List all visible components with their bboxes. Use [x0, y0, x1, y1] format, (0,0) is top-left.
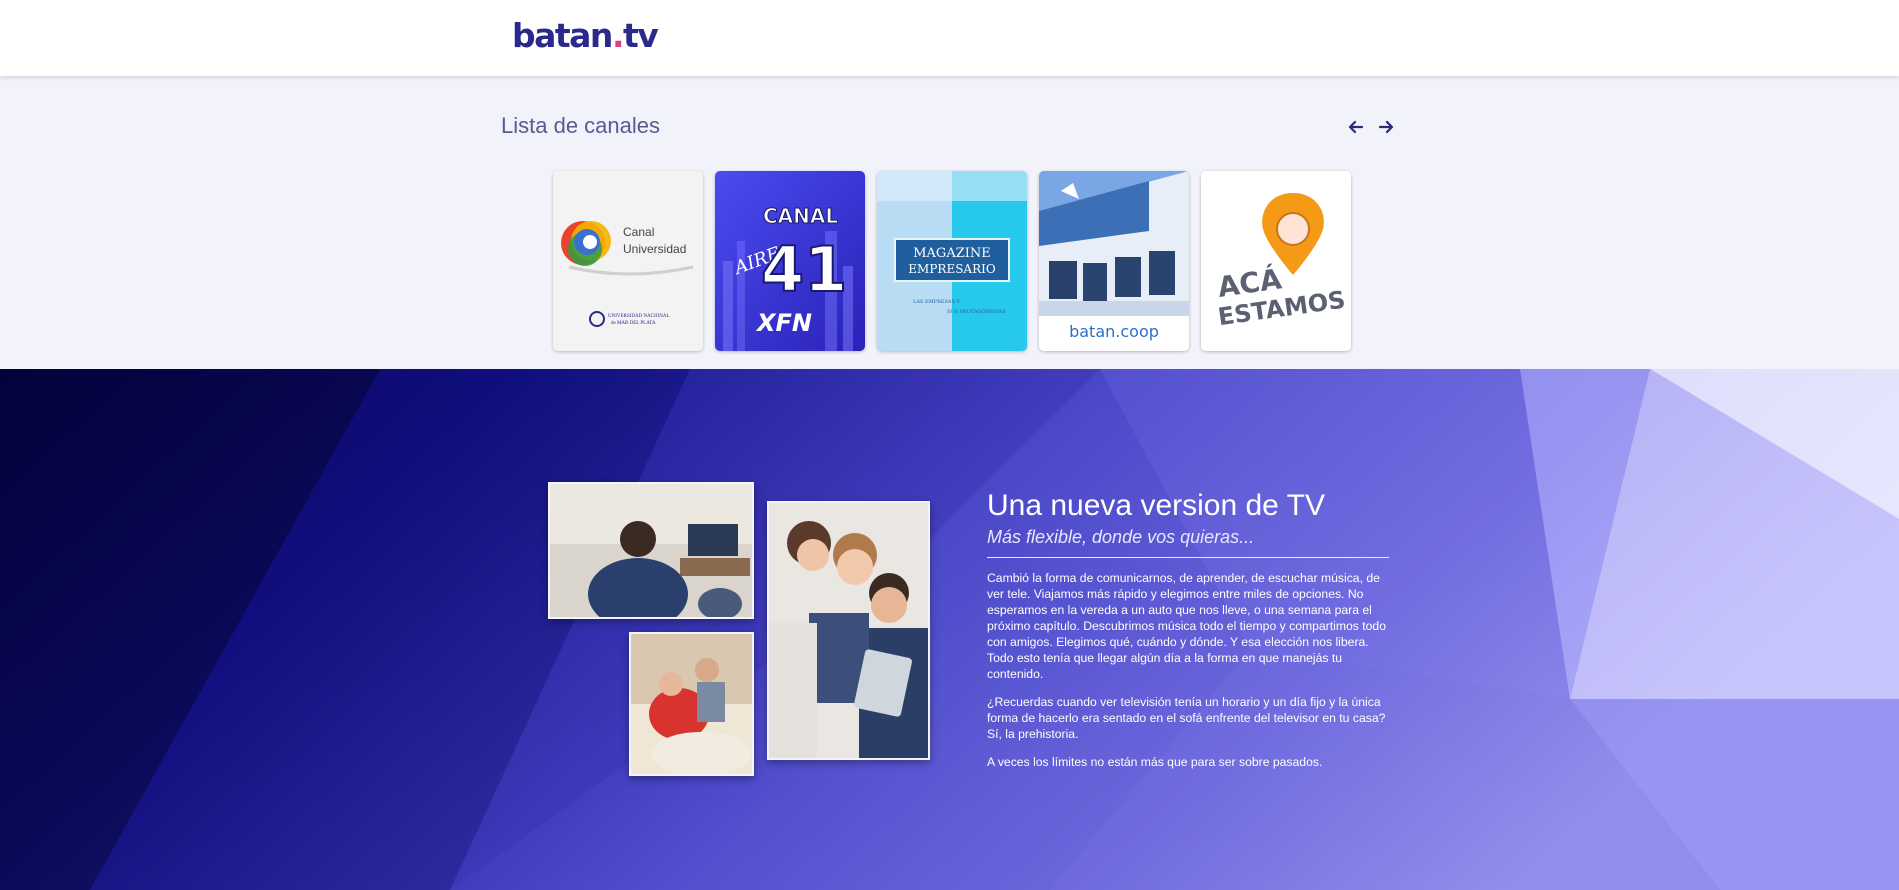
logo-dot: . [611, 16, 625, 55]
channel-card-aca-estamos[interactable]: ACÁ ESTAMOS [1201, 171, 1351, 351]
hero-background [0, 369, 1899, 890]
batan-tv-logo[interactable]: batan.tv [512, 16, 659, 55]
canal41-brand: XFN [755, 309, 812, 337]
channel-card-canal-41[interactable]: CANAL AIRE 41 XFN [715, 171, 865, 351]
unmdp-line2: de MAR DEL PLATA [611, 321, 656, 326]
hero-subtitle: Más flexible, donde vos quieras... [987, 527, 1255, 547]
channel-card-canal-universidad[interactable]: Canal Universidad UNIVERSIDAD NACIONAL d… [553, 171, 703, 351]
canal41-number: 41 [761, 233, 847, 306]
photo-man-watching-tv [548, 482, 754, 619]
section-title: Lista de canales [501, 113, 660, 138]
canal41-top: CANAL [763, 204, 838, 228]
channel-card-batan-coop[interactable]: batan.coop [1039, 171, 1189, 351]
magazine-sub1: LAS EMPRESAS Y [913, 299, 961, 305]
photo-couple-sofa [629, 632, 754, 776]
photo-family-tablet [767, 501, 930, 760]
hero-title: Una nueva version de TV [987, 489, 1325, 522]
hero-paragraph-2: ¿Recuerdas cuando ver televisión tenía u… [987, 695, 1386, 741]
magazine-line2: EMPRESARIO [908, 262, 996, 276]
channel-list-section: Lista de canales Canal Universidad UNIVE… [0, 77, 1899, 369]
site-header: batan.tv [0, 0, 1899, 76]
logo-main: batan [512, 16, 613, 55]
hero-text-block: Una nueva version de TV Más flexible, do… [987, 489, 1389, 782]
canal-universidad-line2: Universidad [623, 242, 686, 256]
hero-divider [987, 557, 1389, 558]
magazine-line1: MAGAZINE [913, 246, 991, 261]
unmdp-line1: UNIVERSIDAD NACIONAL [608, 314, 670, 319]
logo-tld: tv [622, 16, 659, 55]
hero-paragraph-3: A veces los límites no están más que par… [987, 755, 1323, 769]
batan-coop-label: batan.coop [1069, 322, 1159, 341]
canal-universidad-line1: Canal [623, 225, 654, 239]
magazine-sub2: SUS PROTAGONISTAS [947, 309, 1006, 315]
arrow-right-icon[interactable] [1374, 115, 1398, 139]
arrow-left-icon[interactable] [1344, 115, 1368, 139]
hero-paragraph-1: Cambió la forma de comunicarnos, de apre… [987, 571, 1386, 681]
channel-card-magazine-empresario[interactable]: MAGAZINE EMPRESARIO LAS EMPRESAS Y SUS P… [877, 171, 1027, 351]
hero-section: Una nueva version de TV Más flexible, do… [0, 369, 1899, 890]
